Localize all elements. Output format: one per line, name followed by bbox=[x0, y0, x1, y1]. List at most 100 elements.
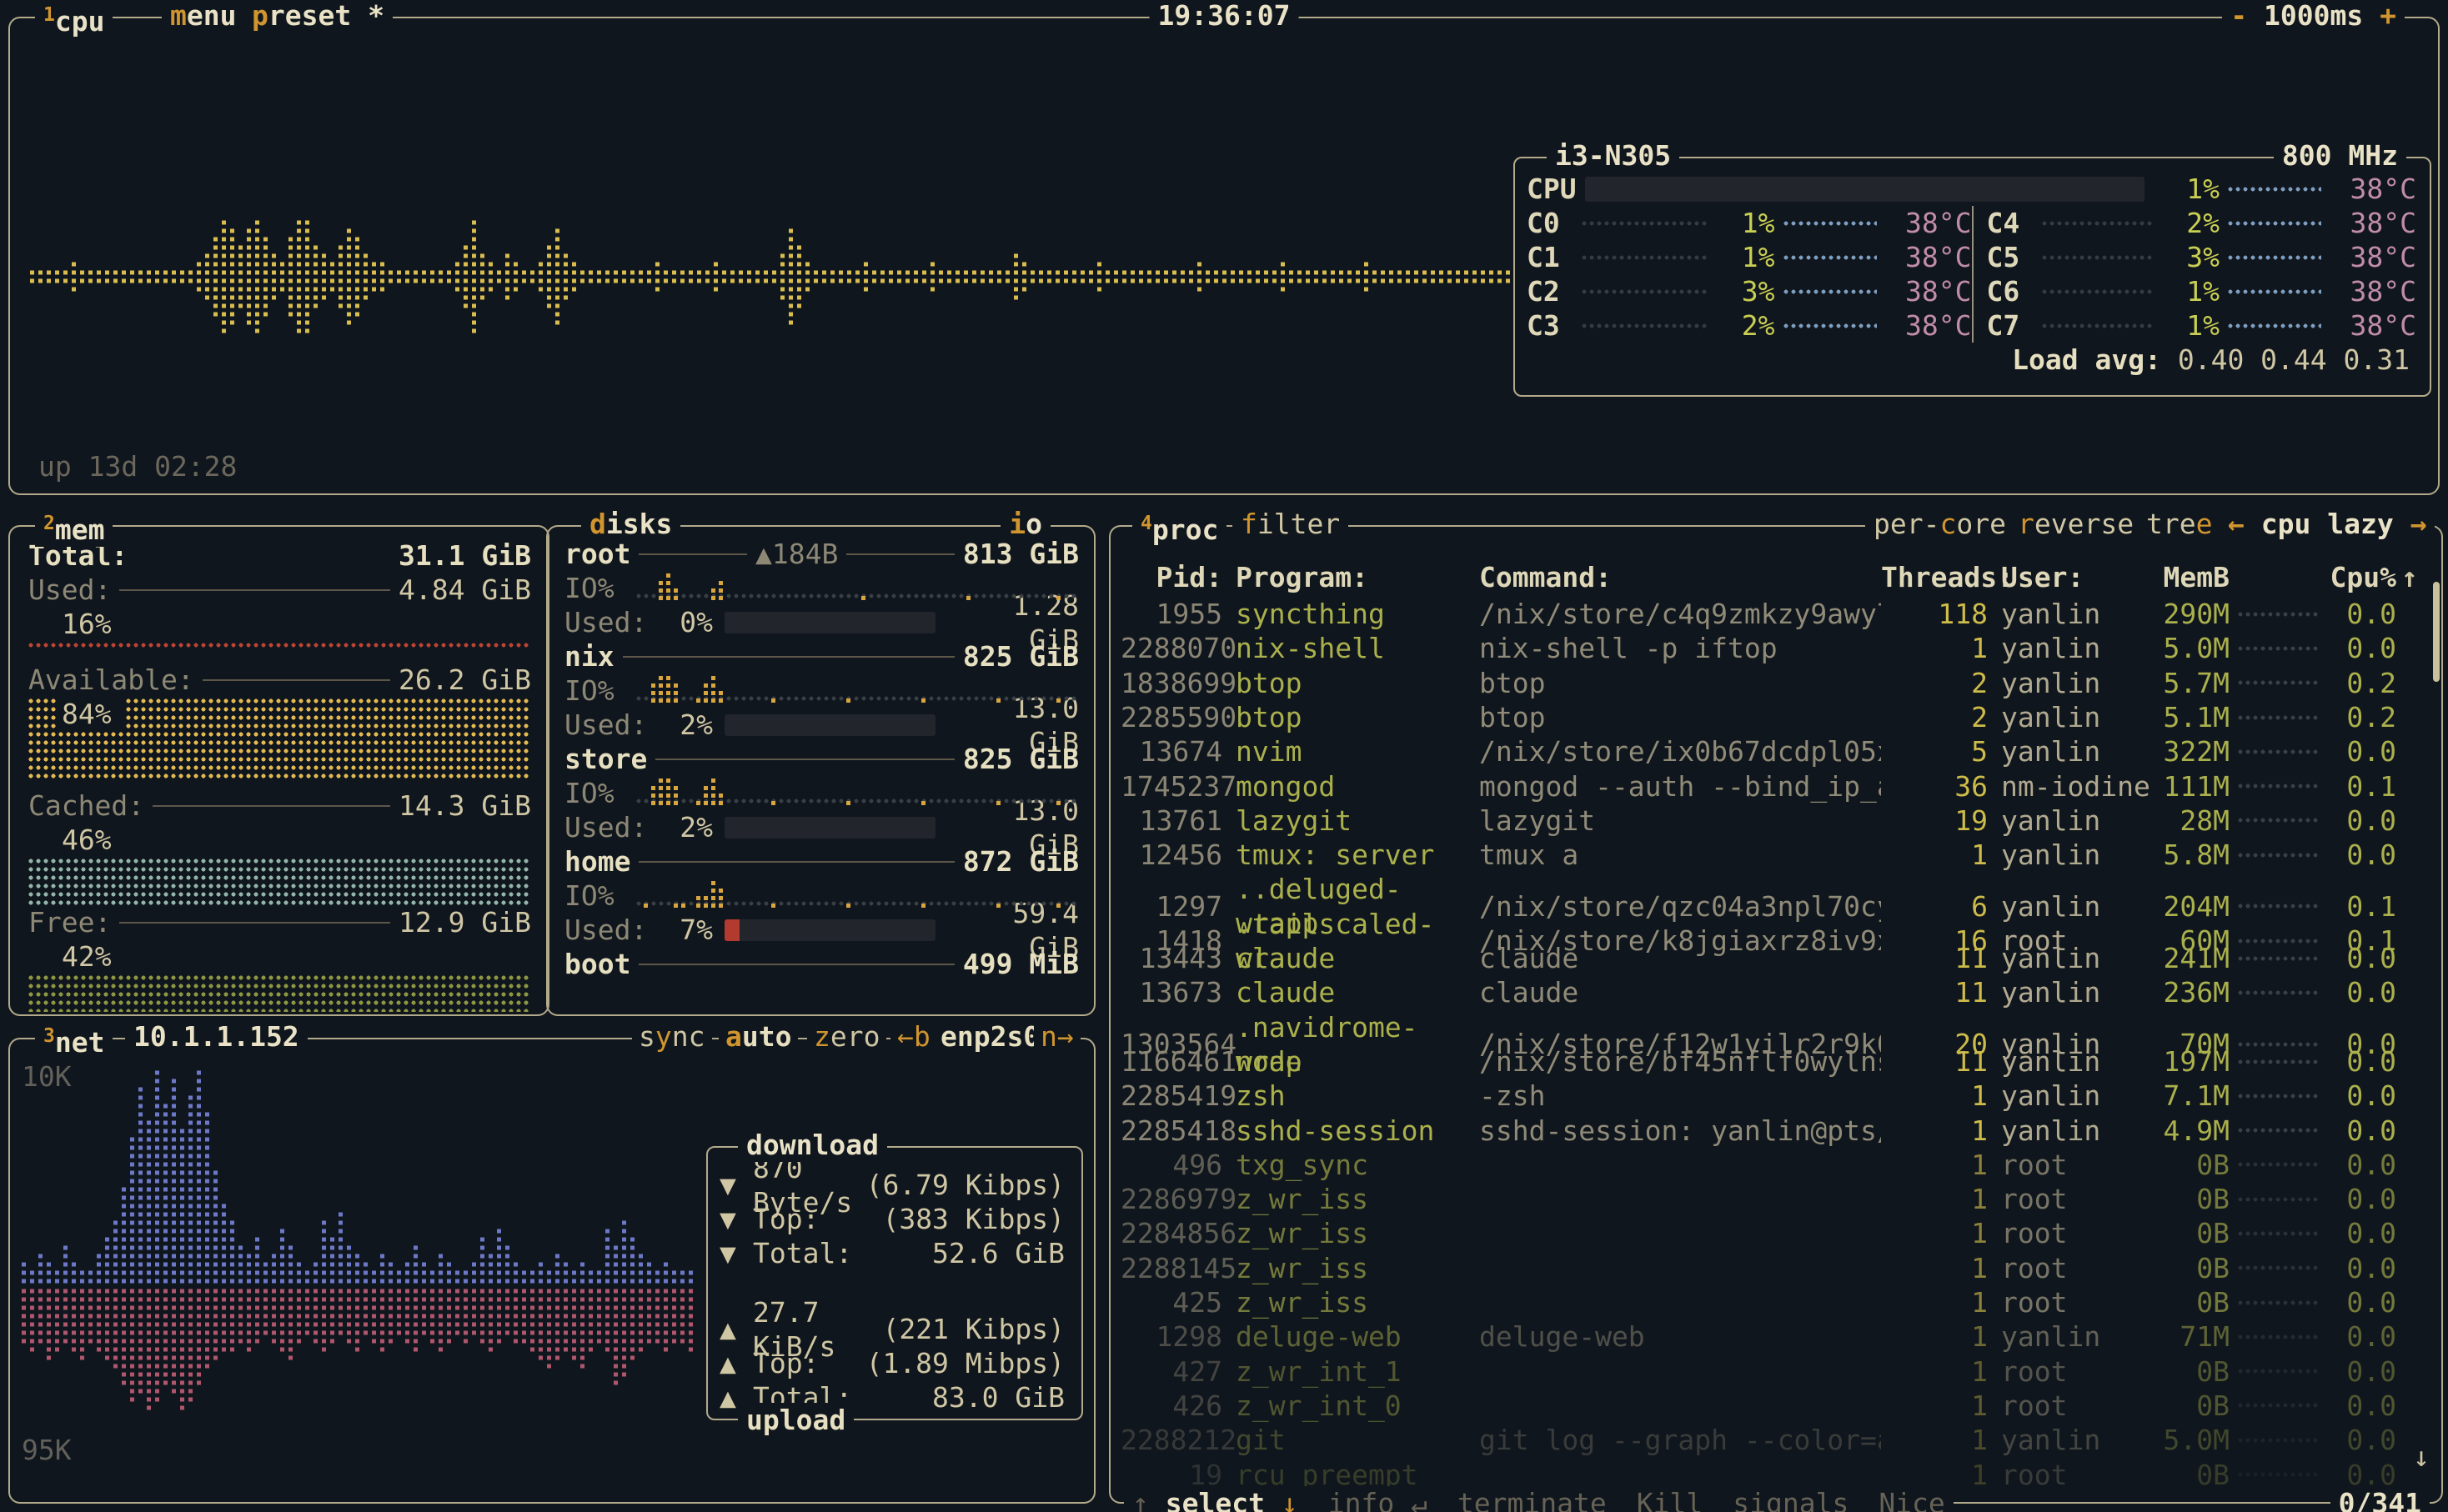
cpu-box-title[interactable]: 1cpu bbox=[35, 0, 113, 38]
proc-cpu-graph bbox=[2230, 1367, 2323, 1375]
net-sync-toggle[interactable]: sync bbox=[632, 1019, 712, 1054]
core-percent: 3% bbox=[2161, 240, 2220, 274]
core-list-right: C4 2% 38°C C5 3% 38°C C6 bbox=[1972, 206, 2417, 343]
proc-row[interactable]: 1303564 .navidrome-wrap /nix/store/f12w1… bbox=[1121, 1010, 2431, 1044]
proc-threads: 11 bbox=[1881, 941, 1988, 975]
proc-cpu: 0.0 bbox=[2323, 1354, 2396, 1389]
proc-row[interactable]: 1298 deluge-web deluge-web 1 yanlin 71M … bbox=[1121, 1319, 2431, 1354]
proc-row[interactable]: 13443 claude claude 11 yanlin 241M 0.0 bbox=[1121, 941, 2431, 975]
select-control[interactable]: ↑ select ↓ bbox=[1132, 1486, 1298, 1512]
col-program[interactable]: Program: bbox=[1222, 560, 1466, 594]
proc-reverse-toggle[interactable]: reverse bbox=[2009, 507, 2142, 541]
core-row: C7 1% 38°C bbox=[1987, 308, 2417, 343]
proc-row[interactable]: 2285418 sshd-session sshd-session: yanli… bbox=[1121, 1113, 2431, 1147]
proc-row[interactable]: 426 z_wr_int_0 1 root 0B 0.0 bbox=[1121, 1389, 2431, 1423]
col-mem[interactable]: MemB bbox=[2153, 560, 2230, 594]
proc-row[interactable]: 1838699 btop btop 2 yanlin 5.7M 0.2 bbox=[1121, 666, 2431, 700]
proc-row[interactable]: 2285590 btop btop 2 yanlin 5.1M 0.2 bbox=[1121, 700, 2431, 734]
proc-threads: 5 bbox=[1881, 734, 1988, 769]
interval-increase-button[interactable]: + bbox=[2380, 0, 2396, 32]
proc-row[interactable]: 1955 syncthing /nix/store/c4q9zmkzy9awy7… bbox=[1121, 597, 2431, 631]
proc-row[interactable]: 12456 tmux: server tmux a 1 yanlin 5.8M … bbox=[1121, 838, 2431, 872]
net-scale-top: 10K bbox=[22, 1059, 72, 1094]
interval-decrease-button[interactable]: - bbox=[2230, 0, 2247, 32]
proc-row[interactable]: 13673 claude claude 11 yanlin 236M 0.0 bbox=[1121, 975, 2431, 1009]
nice-button[interactable]: Nice bbox=[1879, 1486, 1944, 1512]
disk-home-used-row: Used: 7% 59.4 GiB bbox=[564, 913, 1079, 947]
net-prev-iface-button[interactable]: ←b bbox=[890, 1019, 937, 1054]
proc-tree-toggle[interactable]: tree bbox=[2138, 507, 2220, 541]
download-title: download bbox=[738, 1128, 887, 1162]
sort-prev-button[interactable]: ← bbox=[2228, 508, 2245, 540]
proc-row[interactable]: 2288212 git git log --graph --color=alwa… bbox=[1121, 1423, 2431, 1457]
proc-threads: 1 bbox=[1881, 1423, 1988, 1457]
proc-row[interactable]: 2285419 zsh -zsh 1 yanlin 7.1M 0.0 bbox=[1121, 1079, 2431, 1113]
proc-cpu: 0.0 bbox=[2323, 838, 2396, 872]
download-arrow-icon: ▼ bbox=[720, 1202, 753, 1236]
sort-next-button[interactable]: → bbox=[2410, 508, 2427, 540]
proc-user: yanlin bbox=[1988, 734, 2153, 769]
proc-row[interactable]: 13674 nvim /nix/store/ix0b67dcdpl05xpagx… bbox=[1121, 734, 2431, 769]
proc-cpu: 0.0 bbox=[2323, 1182, 2396, 1216]
proc-cpu-graph bbox=[2230, 713, 2323, 722]
core-row: C2 3% 38°C bbox=[1527, 274, 1972, 308]
proc-pid: 2288070 bbox=[1121, 631, 1222, 665]
col-command[interactable]: Command: bbox=[1466, 560, 1881, 594]
kill-button[interactable]: Kill bbox=[1637, 1486, 1703, 1512]
col-pid[interactable]: Pid: bbox=[1121, 560, 1222, 594]
net-auto-toggle[interactable]: auto bbox=[719, 1019, 798, 1054]
cpu-box: 1cpu menu preset * 19:36:07 - 1000ms + u… bbox=[8, 17, 2440, 495]
proc-per-core-toggle[interactable]: per-core bbox=[1865, 507, 2014, 541]
disk-nix-io-row: IO% bbox=[564, 673, 1079, 708]
proc-row[interactable]: 427 z_wr_int_1 1 root 0B 0.0 bbox=[1121, 1354, 2431, 1389]
net-box-title[interactable]: 3net bbox=[35, 1019, 113, 1059]
proc-row[interactable]: 425 z_wr_iss 1 root 0B 0.0 bbox=[1121, 1285, 2431, 1319]
col-user[interactable]: User: bbox=[1988, 560, 2153, 594]
proc-mem: 5.1M bbox=[2153, 700, 2230, 734]
mem-available-row: Available:26.2 GiB bbox=[28, 663, 531, 697]
net-zero-toggle[interactable]: zero bbox=[807, 1019, 886, 1054]
proc-pid: 1297 bbox=[1121, 889, 1222, 924]
proc-row[interactable]: 1166461 node /nix/store/bf45nflf0wylnscw… bbox=[1121, 1044, 2431, 1079]
proc-row[interactable]: 1297 ..deluged-wrapp /nix/store/qzc04a3n… bbox=[1121, 872, 2431, 906]
proc-row[interactable]: 13761 lazygit lazygit 19 yanlin 28M 0.0 bbox=[1121, 804, 2431, 838]
col-cpu[interactable]: Cpu% bbox=[2323, 560, 2396, 594]
proc-cpu-graph bbox=[2230, 1401, 2323, 1409]
disks-io-toggle[interactable]: io bbox=[1001, 507, 1051, 541]
proc-box-title[interactable]: 4proc bbox=[1132, 507, 1227, 547]
menu-button[interactable]: menu bbox=[162, 0, 244, 33]
terminate-button[interactable]: terminate bbox=[1457, 1486, 1607, 1512]
col-threads[interactable]: Threads: bbox=[1881, 560, 1988, 594]
proc-row[interactable]: 1745237 mongod mongod --auth --bind_ip_a… bbox=[1121, 769, 2431, 803]
proc-pid: 2285418 bbox=[1121, 1114, 1222, 1148]
info-button[interactable]: info ↵ bbox=[1328, 1486, 1427, 1512]
mem-box-title[interactable]: 2mem bbox=[35, 507, 113, 547]
proc-program: z_wr_iss bbox=[1222, 1285, 1466, 1319]
proc-row[interactable]: 2288145 z_wr_iss 1 root 0B 0.0 bbox=[1121, 1251, 2431, 1285]
proc-cpu-graph bbox=[2230, 610, 2323, 618]
scroll-down-icon[interactable]: ↓ bbox=[2413, 1439, 2430, 1474]
core-temp-graph bbox=[2228, 288, 2321, 296]
mem-cached-row: Cached:14.3 GiB bbox=[28, 789, 531, 823]
net-next-iface-button[interactable]: n→ bbox=[1034, 1019, 1081, 1054]
proc-row[interactable]: 2284856 z_wr_iss 1 root 0B 0.0 bbox=[1121, 1216, 2431, 1250]
proc-cpu: 0.0 bbox=[2323, 734, 2396, 769]
proc-filter-button[interactable]: filter bbox=[1232, 507, 1348, 541]
net-detail-box: download upload ▼ 870 Byte/s (6.79 Kibps… bbox=[706, 1146, 1083, 1420]
signals-button[interactable]: signals bbox=[1733, 1486, 1849, 1512]
proc-user: root bbox=[1988, 1148, 2153, 1182]
core-usage-graph bbox=[2042, 322, 2154, 330]
proc-cpu-graph bbox=[2230, 1470, 2323, 1479]
proc-row[interactable]: 2286979 z_wr_iss 1 root 0B 0.0 bbox=[1121, 1182, 2431, 1216]
proc-row[interactable]: 2288070 nix-shell nix-shell -p iftop 1 y… bbox=[1121, 631, 2431, 665]
proc-mem: 5.0M bbox=[2153, 631, 2230, 665]
proc-scrollbar[interactable] bbox=[2433, 582, 2440, 682]
proc-command: deluge-web bbox=[1466, 1319, 1881, 1354]
preset-button[interactable]: preset * bbox=[243, 0, 393, 33]
proc-program: deluge-web bbox=[1222, 1319, 1466, 1354]
cpu-total-temp-graph bbox=[2228, 185, 2321, 193]
disks-box-title[interactable]: disks bbox=[581, 507, 680, 541]
proc-cpu-graph bbox=[2230, 1195, 2323, 1204]
proc-row[interactable]: 496 txg_sync 1 root 0B 0.0 bbox=[1121, 1148, 2431, 1182]
upload-speed-row: ▲ 27.7 KiB/s (221 Kibps) bbox=[720, 1312, 1065, 1346]
